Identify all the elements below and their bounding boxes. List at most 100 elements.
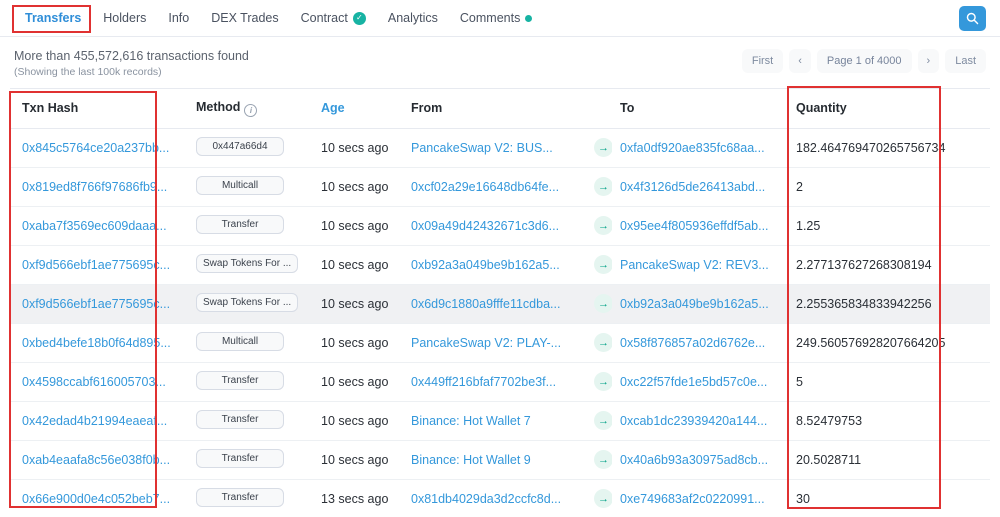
header-age[interactable]: Age [313, 89, 403, 129]
age-cell: 10 secs ago [313, 284, 403, 323]
age-cell: 10 secs ago [313, 206, 403, 245]
page-indicator: Page 1 of 4000 [817, 49, 912, 73]
transfers-table: Txn Hash Methodi Age From To Quantity 0x… [10, 88, 990, 517]
info-icon[interactable]: i [244, 104, 257, 117]
txn-hash-link[interactable]: 0x66e900d0e4c052beb7... [22, 492, 170, 506]
to-address-link[interactable]: 0x40a6b93a30975ad8cb... [620, 453, 768, 467]
tab-dex-trades[interactable]: DEX Trades [200, 4, 289, 32]
table-row: 0xf9d566ebf1ae775695c... Swap Tokens For … [10, 284, 990, 323]
age-cell: 10 secs ago [313, 128, 403, 167]
notification-dot-icon [525, 15, 532, 22]
to-address-link[interactable]: 0x4f3126d5de26413abd... [620, 180, 765, 194]
table-row: 0x845c5764ce20a237bb...0x447a66d410 secs… [10, 128, 990, 167]
tab-contract[interactable]: Contract ✓ [290, 4, 377, 32]
to-address-link[interactable]: PancakeSwap V2: REV3... [620, 258, 769, 272]
from-address-link[interactable]: Binance: Hot Wallet 7 [411, 414, 531, 428]
to-address-link[interactable]: 0x95ee4f805936effdf5ab... [620, 219, 769, 233]
quantity-cell: 2 [788, 167, 990, 206]
age-cell: 10 secs ago [313, 440, 403, 479]
method-badge: Transfer [196, 410, 284, 429]
from-address-link[interactable]: Binance: Hot Wallet 9 [411, 453, 531, 467]
tab-transfers[interactable]: Transfers [14, 4, 92, 32]
txn-hash-link[interactable]: 0x819ed8f766f97686fb9... [22, 180, 167, 194]
search-button[interactable] [959, 6, 986, 31]
next-page-button[interactable]: › [918, 49, 940, 73]
pagination: First ‹ Page 1 of 4000 › Last [742, 49, 986, 73]
from-address-link[interactable]: 0x6d9c1880a9fffe11cdba... [411, 297, 560, 311]
quantity-cell: 8.52479753 [788, 401, 990, 440]
quantity-cell: 1.25 [788, 206, 990, 245]
method-badge: Multicall [196, 332, 284, 351]
from-address-link[interactable]: 0x449ff216bfaf7702be3f... [411, 375, 556, 389]
tab-label: Comments [460, 11, 520, 25]
tab-bar: Transfers Holders Info DEX Trades Contra… [0, 0, 1000, 37]
from-address-link[interactable]: PancakeSwap V2: PLAY-... [411, 336, 561, 350]
header-method: Methodi [188, 89, 313, 129]
table-row: 0x819ed8f766f97686fb9...Multicall10 secs… [10, 167, 990, 206]
quantity-cell: 5 [788, 362, 990, 401]
first-page-button[interactable]: First [742, 49, 783, 73]
arrow-right-icon: → [594, 450, 612, 469]
method-badge: Transfer [196, 215, 284, 234]
txn-hash-link[interactable]: 0x42edad4b21994eaeaf... [22, 414, 167, 428]
tab-analytics[interactable]: Analytics [377, 4, 449, 32]
transfers-panel: More than 455,572,616 transactions found… [0, 37, 1000, 517]
arrow-right-icon: → [594, 411, 612, 430]
quantity-cell: 30 [788, 479, 990, 517]
to-address-link[interactable]: 0x58f876857a02d6762e... [620, 336, 765, 350]
txn-hash-link[interactable]: 0xab4eaafa8c56e038f0b... [22, 453, 170, 467]
to-address-link[interactable]: 0xc22f57fde1e5bd57c0e... [620, 375, 767, 389]
age-cell: 10 secs ago [313, 245, 403, 284]
age-cell: 13 secs ago [313, 479, 403, 517]
tab-label: Holders [103, 11, 146, 25]
tab-label: Transfers [25, 11, 81, 25]
method-badge: Swap Tokens For ... [196, 254, 298, 273]
table-row: 0x66e900d0e4c052beb7...Transfer13 secs a… [10, 479, 990, 517]
table-row: 0x42edad4b21994eaeaf... Transfer 10 secs a… [10, 401, 990, 440]
to-address-link[interactable]: 0xfa0df920ae835fc68aa... [620, 141, 765, 155]
txn-hash-link[interactable]: 0xf9d566ebf1ae775695c... [22, 258, 170, 272]
to-address-link[interactable]: 0xb92a3a049be9b162a5... [620, 297, 769, 311]
table-row: 0xf9d566ebf1ae775695c... Swap Tokens For … [10, 245, 990, 284]
header-arrow-spacer [586, 89, 612, 129]
transactions-found-text: More than 455,572,616 transactions found [14, 49, 249, 63]
txn-hash-link[interactable]: 0x4598ccabf616005703... [22, 375, 166, 389]
table-row: 0xbed4befe18b0f64d895... Multicall 10 secs… [10, 323, 990, 362]
txn-hash-link[interactable]: 0xbed4befe18b0f64d895... [22, 336, 171, 350]
from-address-link[interactable]: 0x09a49d42432671c3d6... [411, 219, 559, 233]
quantity-cell: 249.560576928207664205 [788, 323, 990, 362]
age-cell: 10 secs ago [313, 401, 403, 440]
from-address-link[interactable]: PancakeSwap V2: BUS... [411, 141, 553, 155]
quantity-cell: 2.255365834833942256 [788, 284, 990, 323]
from-address-link[interactable]: 0xcf02a29e16648db64fe... [411, 180, 559, 194]
last-page-button[interactable]: Last [945, 49, 986, 73]
method-badge: Swap Tokens For ... [196, 293, 298, 312]
arrow-right-icon: → [594, 372, 612, 391]
to-address-link[interactable]: 0xcab1dc23939420a144... [620, 414, 767, 428]
arrow-right-icon: → [594, 255, 612, 274]
quantity-cell: 182.464769470265756734 [788, 128, 990, 167]
verified-check-icon: ✓ [353, 12, 366, 25]
quantity-cell: 20.5028711 [788, 440, 990, 479]
table-row: 0x4598ccabf616005703...Transfer10 secs a… [10, 362, 990, 401]
from-address-link[interactable]: 0xb92a3a049be9b162a5... [411, 258, 560, 272]
age-cell: 10 secs ago [313, 323, 403, 362]
method-badge: Transfer [196, 449, 284, 468]
arrow-right-icon: → [594, 138, 612, 157]
age-cell: 10 secs ago [313, 362, 403, 401]
to-address-link[interactable]: 0xe749683af2c0220991... [620, 492, 765, 506]
tab-holders[interactable]: Holders [92, 4, 157, 32]
tab-label: Contract [301, 11, 348, 25]
from-address-link[interactable]: 0x81db4029da3d2ccfc8d... [411, 492, 561, 506]
results-summary: More than 455,572,616 transactions found… [14, 49, 249, 78]
prev-page-button[interactable]: ‹ [789, 49, 811, 73]
arrow-right-icon: → [594, 216, 612, 235]
tab-comments[interactable]: Comments [449, 4, 543, 32]
search-icon [966, 12, 979, 25]
method-badge: Multicall [196, 176, 284, 195]
txn-hash-link[interactable]: 0xaba7f3569ec609daaa... [22, 219, 167, 233]
txn-hash-link[interactable]: 0xf9d566ebf1ae775695c... [22, 297, 170, 311]
txn-hash-link[interactable]: 0x845c5764ce20a237bb... [22, 141, 169, 155]
header-quantity: Quantity [788, 89, 990, 129]
tab-info[interactable]: Info [157, 4, 200, 32]
